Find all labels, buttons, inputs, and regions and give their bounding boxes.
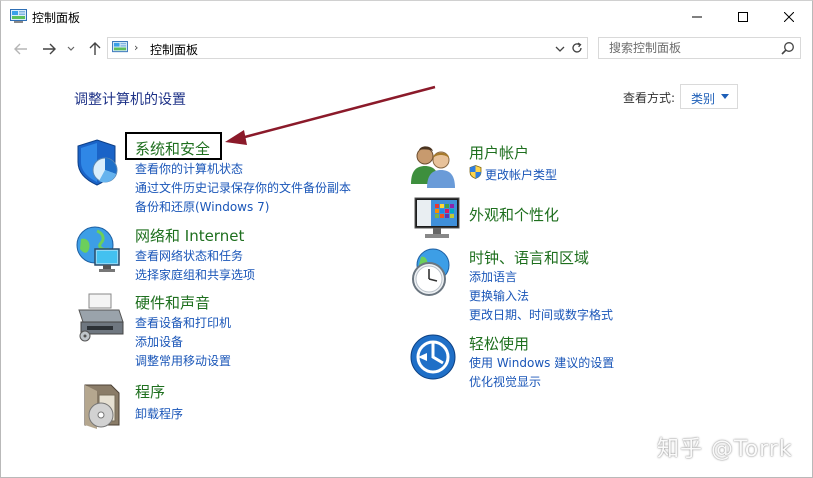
link-optimize-visual-display[interactable]: 优化视觉显示 xyxy=(469,373,541,390)
link-recommended-settings[interactable]: 使用 Windows 建议的设置 xyxy=(469,354,614,371)
maximize-button[interactable] xyxy=(720,1,766,33)
user-accounts-icon xyxy=(411,146,455,188)
programs-icon xyxy=(84,384,120,429)
breadcrumb[interactable]: 控制面板 xyxy=(150,41,198,58)
back-button[interactable] xyxy=(12,40,30,58)
control-panel-window: 控制面板 › 控制面板 搜索控制面板 调整计算机的设置 查看方式: 类别 系统和… xyxy=(0,0,813,478)
back-arrow-icon xyxy=(14,43,27,55)
clock-globe-icon xyxy=(412,248,450,296)
category-user-accounts: 用户帐户 更改帐户类型 xyxy=(409,142,729,192)
dropdown-triangle-icon xyxy=(721,94,729,99)
forward-button[interactable] xyxy=(40,40,58,58)
category-hardware-sound: 硬件和声音 查看设备和打印机 添加设备 调整常用移动设置 xyxy=(75,292,375,372)
appearance-monitor-icon xyxy=(414,197,460,238)
address-bar[interactable]: › 控制面板 xyxy=(107,37,588,59)
category-title[interactable]: 程序 xyxy=(135,381,165,402)
view-by-label: 查看方式: xyxy=(623,91,676,105)
view-by-dropdown[interactable]: 类别 xyxy=(680,84,738,109)
window-title: 控制面板 xyxy=(32,11,81,25)
category-title[interactable]: 硬件和声音 xyxy=(135,292,210,313)
link-change-account-type[interactable]: 更改帐户类型 xyxy=(485,166,557,183)
annotation-highlight-box xyxy=(125,132,222,160)
minimize-button[interactable] xyxy=(674,1,720,33)
uac-shield-icon xyxy=(469,165,482,179)
refresh-button[interactable] xyxy=(566,37,588,59)
link-add-language[interactable]: 添加语言 xyxy=(469,268,517,285)
close-button[interactable] xyxy=(766,1,812,33)
category-system-security: 系统和安全 查看你的计算机状态 通过文件历史记录保存你的文件备份副本 备份和还原… xyxy=(75,138,375,218)
title-bar: 控制面板 xyxy=(1,1,812,33)
control-panel-icon xyxy=(112,41,128,53)
up-button[interactable] xyxy=(86,40,104,58)
link-network-status[interactable]: 查看网络状态和任务 xyxy=(135,247,243,264)
category-title[interactable]: 网络和 Internet xyxy=(135,225,244,246)
refresh-icon xyxy=(571,42,582,53)
minimize-icon xyxy=(692,16,702,18)
category-appearance: 外观和个性化 xyxy=(409,194,729,244)
link-change-date-time-format[interactable]: 更改日期、时间或数字格式 xyxy=(469,306,613,323)
close-icon xyxy=(784,12,794,22)
link-file-history[interactable]: 通过文件历史记录保存你的文件备份副本 xyxy=(135,179,351,196)
control-panel-icon xyxy=(10,9,27,23)
search-icon[interactable] xyxy=(781,41,795,55)
category-network-internet: 网络和 Internet 查看网络状态和任务 选择家庭组和共享选项 xyxy=(75,225,375,285)
security-shield-icon xyxy=(77,139,118,186)
category-programs: 程序 卸载程序 xyxy=(75,381,375,431)
link-homegroup[interactable]: 选择家庭组和共享选项 xyxy=(135,266,255,283)
search-box[interactable] xyxy=(598,37,801,59)
link-change-input-method[interactable]: 更换输入法 xyxy=(469,287,529,304)
link-backup-restore[interactable]: 备份和还原(Windows 7) xyxy=(135,198,269,215)
recent-locations-button[interactable] xyxy=(65,40,77,58)
link-add-device[interactable]: 添加设备 xyxy=(135,333,183,350)
forward-arrow-icon xyxy=(43,43,56,55)
up-arrow-icon xyxy=(89,42,101,55)
link-uninstall-program[interactable]: 卸载程序 xyxy=(135,405,183,422)
page-title: 调整计算机的设置 xyxy=(74,92,186,108)
ease-of-access-icon xyxy=(410,334,456,380)
link-devices-printers[interactable]: 查看设备和打印机 xyxy=(135,314,231,331)
search-input[interactable] xyxy=(599,38,777,58)
printer-icon xyxy=(78,293,124,342)
category-title[interactable]: 时钟、语言和区域 xyxy=(469,247,589,268)
watermark: 知乎 @Torrk xyxy=(657,437,793,462)
category-title[interactable]: 轻松使用 xyxy=(469,333,529,354)
address-dropdown-icon[interactable] xyxy=(553,42,567,56)
view-by-value: 类别 xyxy=(691,92,716,106)
link-view-computer-status[interactable]: 查看你的计算机状态 xyxy=(135,160,243,177)
category-title[interactable]: 外观和个性化 xyxy=(469,204,559,225)
maximize-icon xyxy=(738,12,748,22)
category-ease-of-access: 轻松使用 使用 Windows 建议的设置 优化视觉显示 xyxy=(409,333,729,393)
category-clock-language-region: 时钟、语言和区域 添加语言 更换输入法 更改日期、时间或数字格式 xyxy=(409,247,729,327)
category-title[interactable]: 用户帐户 xyxy=(469,142,529,163)
navigation-bar: › 控制面板 xyxy=(1,34,812,64)
chevron-down-icon xyxy=(67,46,75,51)
link-mobility-settings[interactable]: 调整常用移动设置 xyxy=(135,352,231,369)
breadcrumb-separator[interactable]: › xyxy=(134,41,138,54)
network-globe-icon xyxy=(76,226,120,272)
